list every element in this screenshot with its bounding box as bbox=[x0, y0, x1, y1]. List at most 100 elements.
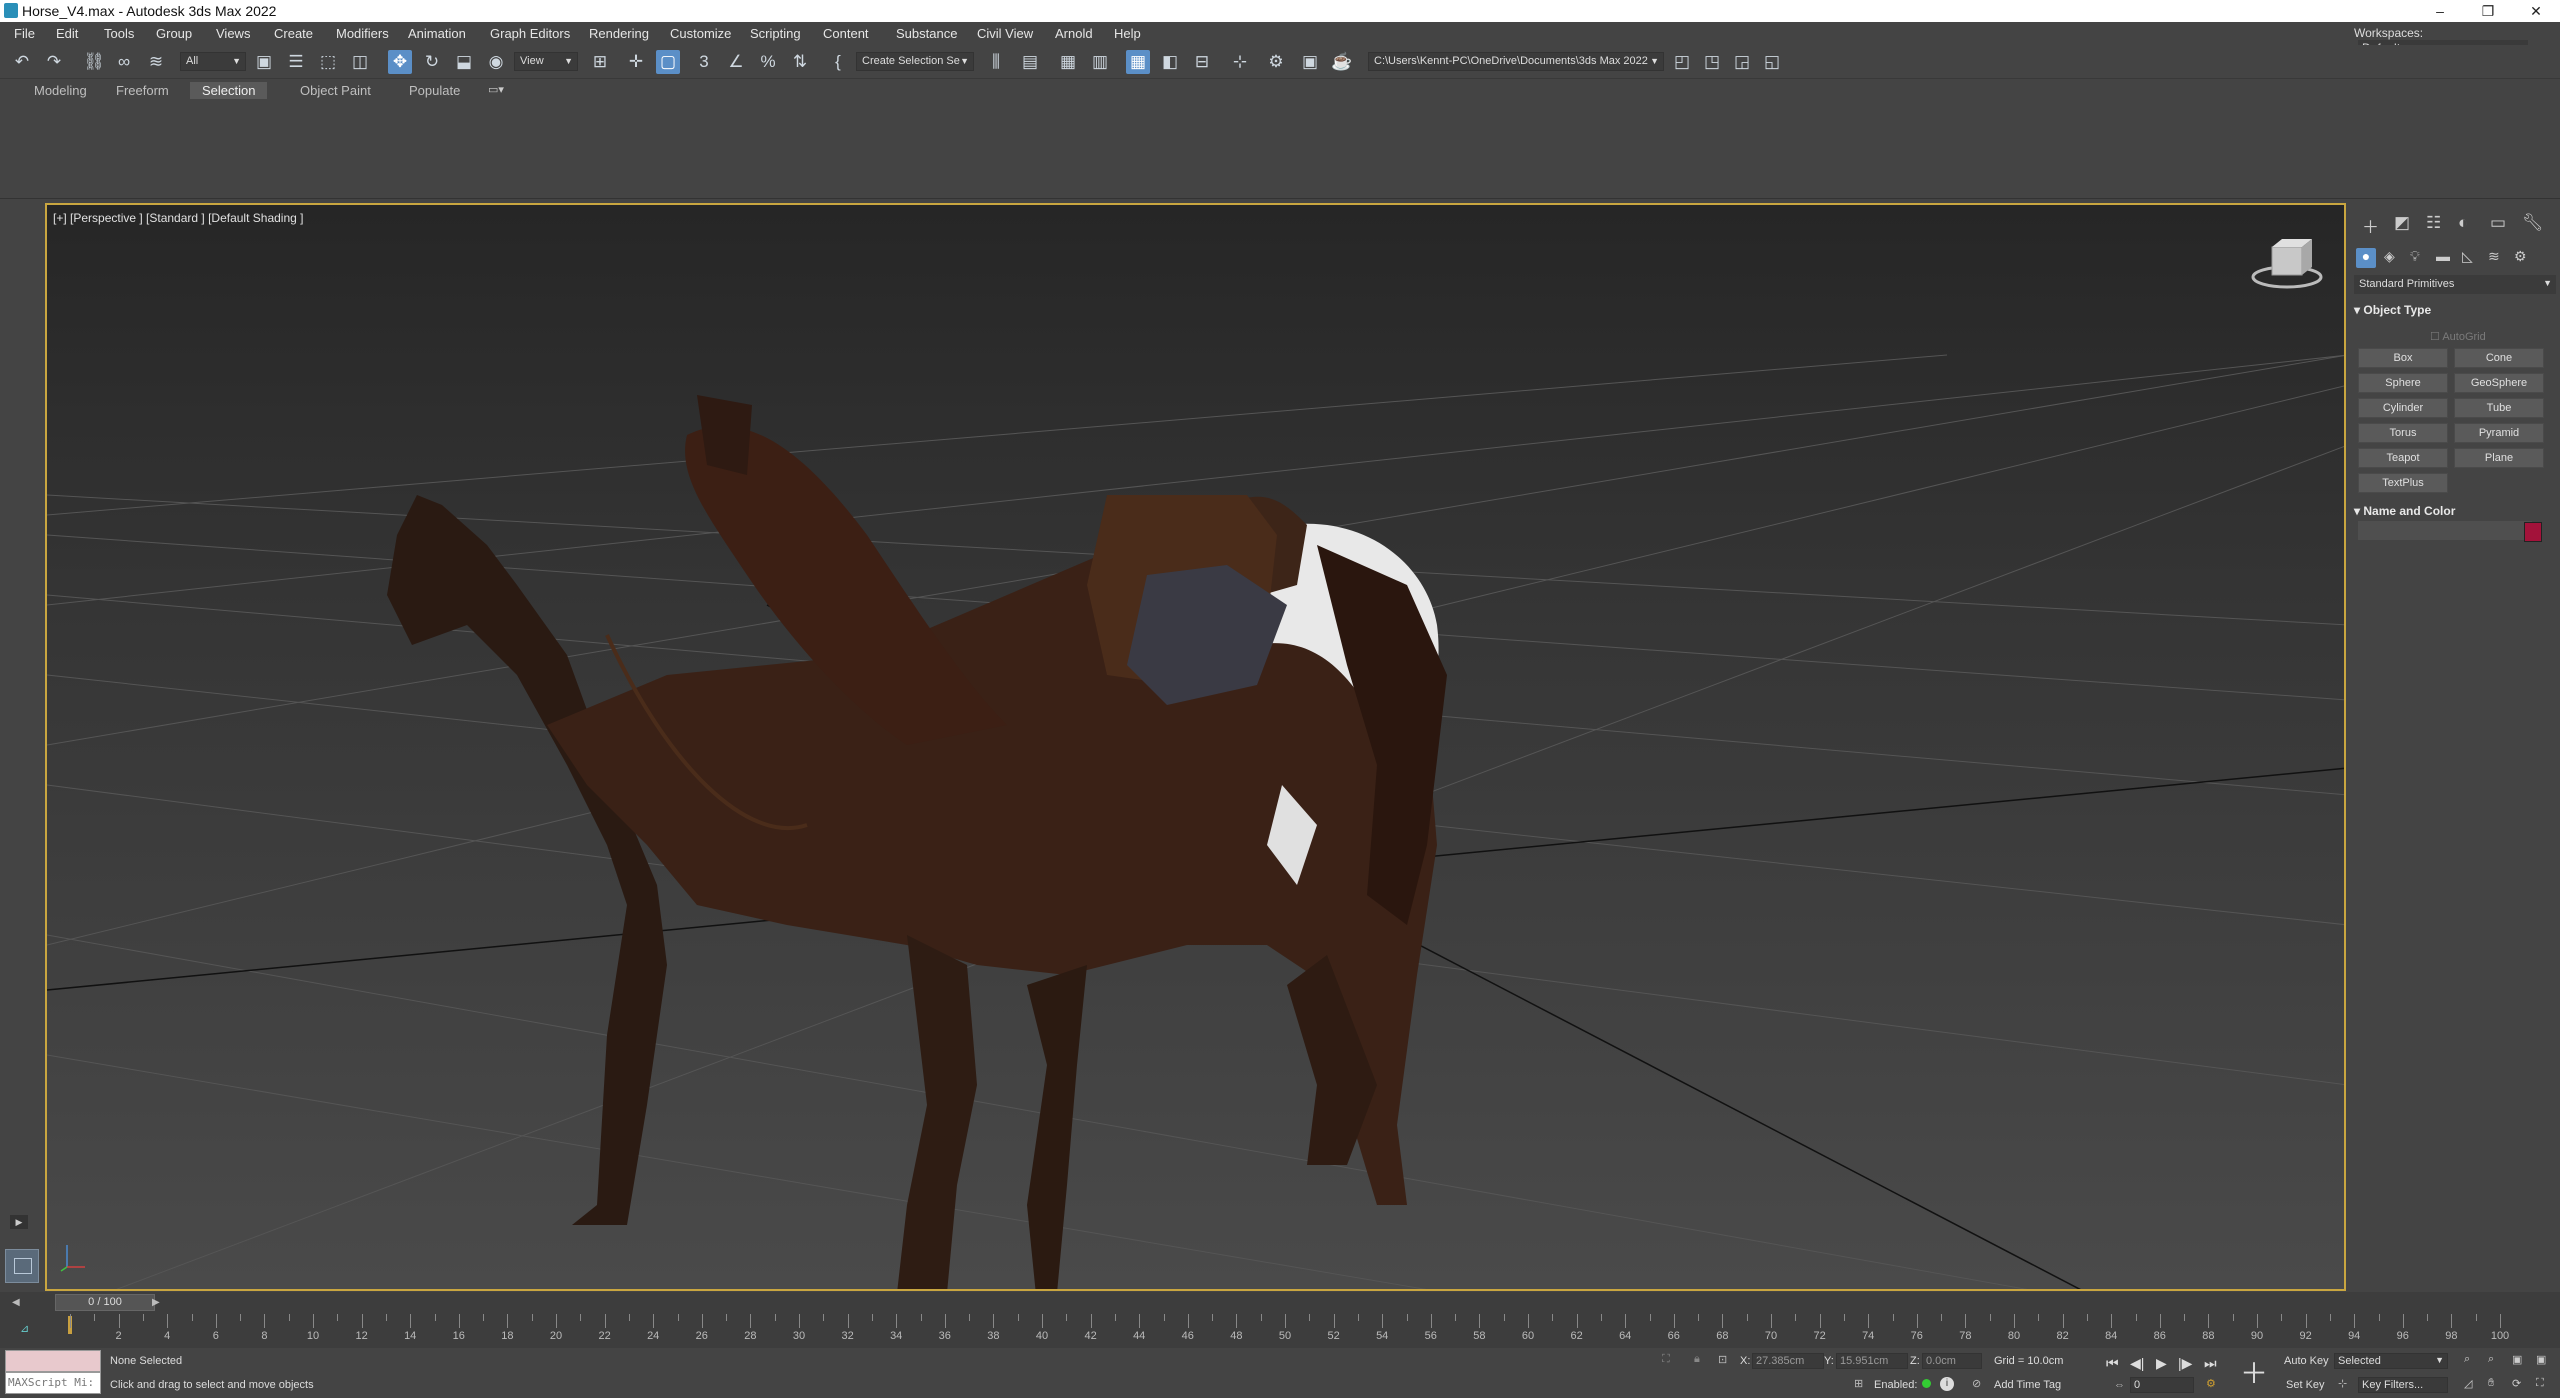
go-to-end-icon[interactable]: ⏭ bbox=[2204, 1355, 2217, 1372]
spinner-snap-icon[interactable]: ⇅ bbox=[788, 50, 812, 74]
link-icon[interactable]: ⛓ bbox=[82, 50, 106, 74]
geometry-icon[interactable]: ● bbox=[2356, 248, 2376, 268]
close-button[interactable]: ✕ bbox=[2512, 0, 2560, 22]
current-frame-field[interactable]: 0 bbox=[2130, 1377, 2194, 1393]
maximize-viewport-icon[interactable]: ⛶ bbox=[2536, 1377, 2544, 1390]
ribbon-options-icon[interactable]: ▭▾ bbox=[488, 83, 504, 96]
sphere-button[interactable]: Sphere bbox=[2358, 373, 2448, 393]
project-settings-icon[interactable]: ◱ bbox=[1760, 50, 1784, 74]
set-key-button[interactable]: Set Key bbox=[2286, 1379, 2325, 1391]
auto-key-button[interactable]: Auto Key bbox=[2284, 1355, 2329, 1367]
modify-tab-icon[interactable]: ◩ bbox=[2394, 213, 2410, 233]
cameras-icon[interactable]: ▬ bbox=[2436, 248, 2450, 264]
helpers-icon[interactable]: ◺ bbox=[2462, 248, 2473, 265]
tab-freeform[interactable]: Freeform bbox=[104, 82, 181, 99]
lights-icon[interactable]: 💡︎ bbox=[2410, 248, 2420, 265]
x-coordinate-field[interactable]: 27.385cm bbox=[1752, 1353, 1824, 1369]
ref-coord-dropdown[interactable]: View ▼ bbox=[514, 52, 578, 71]
key-mode-icon[interactable]: ⇔ bbox=[2114, 1379, 2125, 1391]
select-rotate-icon[interactable]: ↻ bbox=[420, 50, 444, 74]
manipulate-icon[interactable]: ✛ bbox=[624, 50, 648, 74]
zoom-extents-icon[interactable]: ▣ bbox=[2512, 1353, 2522, 1366]
set-key-icon[interactable]: ＋ bbox=[2236, 1352, 2272, 1392]
teapot-button[interactable]: Teapot bbox=[2358, 448, 2448, 468]
layer-explorer-icon[interactable]: ▥ bbox=[1088, 50, 1112, 74]
expand-arrow-icon[interactable]: ▶ bbox=[10, 1215, 28, 1229]
bind-space-warp-icon[interactable]: ≋ bbox=[144, 50, 168, 74]
object-color-swatch[interactable] bbox=[2524, 522, 2542, 542]
object-type-rollout[interactable]: ▾ Object Type bbox=[2354, 303, 2556, 317]
project-save-icon[interactable]: ◲ bbox=[1730, 50, 1754, 74]
keyboard-shortcut-override-icon[interactable]: ▢ bbox=[656, 50, 680, 74]
viewport-layout-tab[interactable] bbox=[5, 1249, 39, 1283]
info-icon[interactable]: i bbox=[1940, 1377, 1954, 1391]
mirror-icon[interactable]: ⫼ bbox=[984, 50, 1008, 74]
select-scale-icon[interactable]: ⬓ bbox=[452, 50, 476, 74]
menu-content[interactable]: Content bbox=[823, 26, 869, 41]
previous-frame-icon[interactable]: ◀︎| bbox=[2130, 1355, 2144, 1372]
motion-tab-icon[interactable]: ◐ bbox=[2458, 213, 2468, 233]
create-tab-icon[interactable]: ＋ bbox=[2362, 213, 2379, 238]
field-of-view-icon[interactable]: ◿ bbox=[2464, 1377, 2472, 1390]
menu-rendering[interactable]: Rendering bbox=[589, 26, 649, 41]
menu-help[interactable]: Help bbox=[1114, 26, 1141, 41]
autogrid-checkbox[interactable]: ☐ AutoGrid bbox=[2430, 330, 2486, 343]
enabled-indicator-icon[interactable] bbox=[1922, 1379, 1931, 1388]
geosphere-button[interactable]: GeoSphere bbox=[2454, 373, 2544, 393]
zoom-all-icon[interactable]: ⌕ bbox=[2488, 1353, 2494, 1366]
menu-animation[interactable]: Animation bbox=[408, 26, 466, 41]
viewcube[interactable] bbox=[2251, 239, 2323, 289]
menu-edit[interactable]: Edit bbox=[56, 26, 78, 41]
play-icon[interactable]: ▶ bbox=[2156, 1355, 2167, 1372]
select-by-name-icon[interactable]: ☰ bbox=[284, 50, 308, 74]
time-slider[interactable]: ◀ 0 / 100 ▶ bbox=[0, 1292, 2560, 1314]
redo-icon[interactable]: ↷ bbox=[42, 50, 66, 74]
menu-views[interactable]: Views bbox=[216, 26, 250, 41]
place-icon[interactable]: ◉ bbox=[484, 50, 508, 74]
zoom-extents-all-icon[interactable]: ▣ bbox=[2536, 1353, 2546, 1366]
menu-customize[interactable]: Customize bbox=[670, 26, 731, 41]
edit-named-selection-icon[interactable]: { bbox=[826, 50, 850, 74]
tab-object-paint[interactable]: Object Paint bbox=[288, 82, 383, 99]
select-object-icon[interactable]: ▣ bbox=[252, 50, 276, 74]
menu-graph-editors[interactable]: Graph Editors bbox=[490, 26, 570, 41]
z-coordinate-field[interactable]: 0.0cm bbox=[1922, 1353, 1982, 1369]
track-bar-toggle-icon[interactable]: ⊿ bbox=[20, 1322, 29, 1335]
go-to-start-icon[interactable]: ⏮ bbox=[2106, 1355, 2119, 1372]
add-time-tag[interactable]: Add Time Tag bbox=[1994, 1379, 2061, 1391]
tube-button[interactable]: Tube bbox=[2454, 398, 2544, 418]
pan-view-icon[interactable]: ✋︎ bbox=[2488, 1377, 2494, 1390]
time-tag-icon[interactable]: ⊘ bbox=[1972, 1377, 1981, 1390]
menu-arnold[interactable]: Arnold bbox=[1055, 26, 1093, 41]
utilities-tab-icon[interactable]: 🔧︎ bbox=[2522, 213, 2544, 233]
next-frame-button-icon[interactable]: |▶︎ bbox=[2178, 1355, 2192, 1372]
horse-model[interactable] bbox=[387, 395, 1447, 1291]
key-mode-toggle-icon[interactable]: ⊹ bbox=[2338, 1377, 2347, 1390]
restore-button[interactable]: ❐ bbox=[2464, 0, 2512, 22]
window-crossing-icon[interactable]: ◫ bbox=[348, 50, 372, 74]
orbit-icon[interactable]: ⟳ bbox=[2512, 1377, 2521, 1390]
menu-create[interactable]: Create bbox=[274, 26, 313, 41]
menu-civil-view[interactable]: Civil View bbox=[977, 26, 1033, 41]
cylinder-button[interactable]: Cylinder bbox=[2358, 398, 2448, 418]
textplus-button[interactable]: TextPlus bbox=[2358, 473, 2448, 493]
rectangular-region-icon[interactable]: ⬚ bbox=[316, 50, 340, 74]
menu-tools[interactable]: Tools bbox=[104, 26, 134, 41]
align-icon[interactable]: ▤ bbox=[1018, 50, 1042, 74]
render-setup-icon[interactable]: ⚙ bbox=[1264, 50, 1288, 74]
systems-icon[interactable]: ⚙ bbox=[2514, 248, 2527, 265]
adaptive-degradation-icon[interactable]: ⊞ bbox=[1854, 1377, 1863, 1390]
curve-editor-icon[interactable]: ◧ bbox=[1158, 50, 1182, 74]
time-configuration-icon[interactable]: ⚙ bbox=[2206, 1377, 2216, 1390]
project-path-dropdown[interactable]: C:\Users\Kennt-PC\OneDrive\Documents\3ds… bbox=[1368, 52, 1664, 71]
maxscript-listener[interactable]: MAXScript Mi: bbox=[5, 1350, 101, 1396]
named-selection-dropdown[interactable]: Create Selection Se ▼ bbox=[856, 52, 974, 71]
select-move-icon[interactable]: ✥ bbox=[388, 50, 412, 74]
menu-scripting[interactable]: Scripting bbox=[750, 26, 801, 41]
scene-explorer-icon[interactable]: ▦ bbox=[1056, 50, 1080, 74]
tab-selection[interactable]: Selection bbox=[190, 82, 268, 99]
angle-snap-icon[interactable]: ∠ bbox=[724, 50, 748, 74]
tab-modeling[interactable]: Modeling bbox=[22, 82, 99, 99]
lock-icon[interactable]: 🔒︎ bbox=[1694, 1353, 1700, 1366]
project-folder-icon[interactable]: ◰ bbox=[1670, 50, 1694, 74]
